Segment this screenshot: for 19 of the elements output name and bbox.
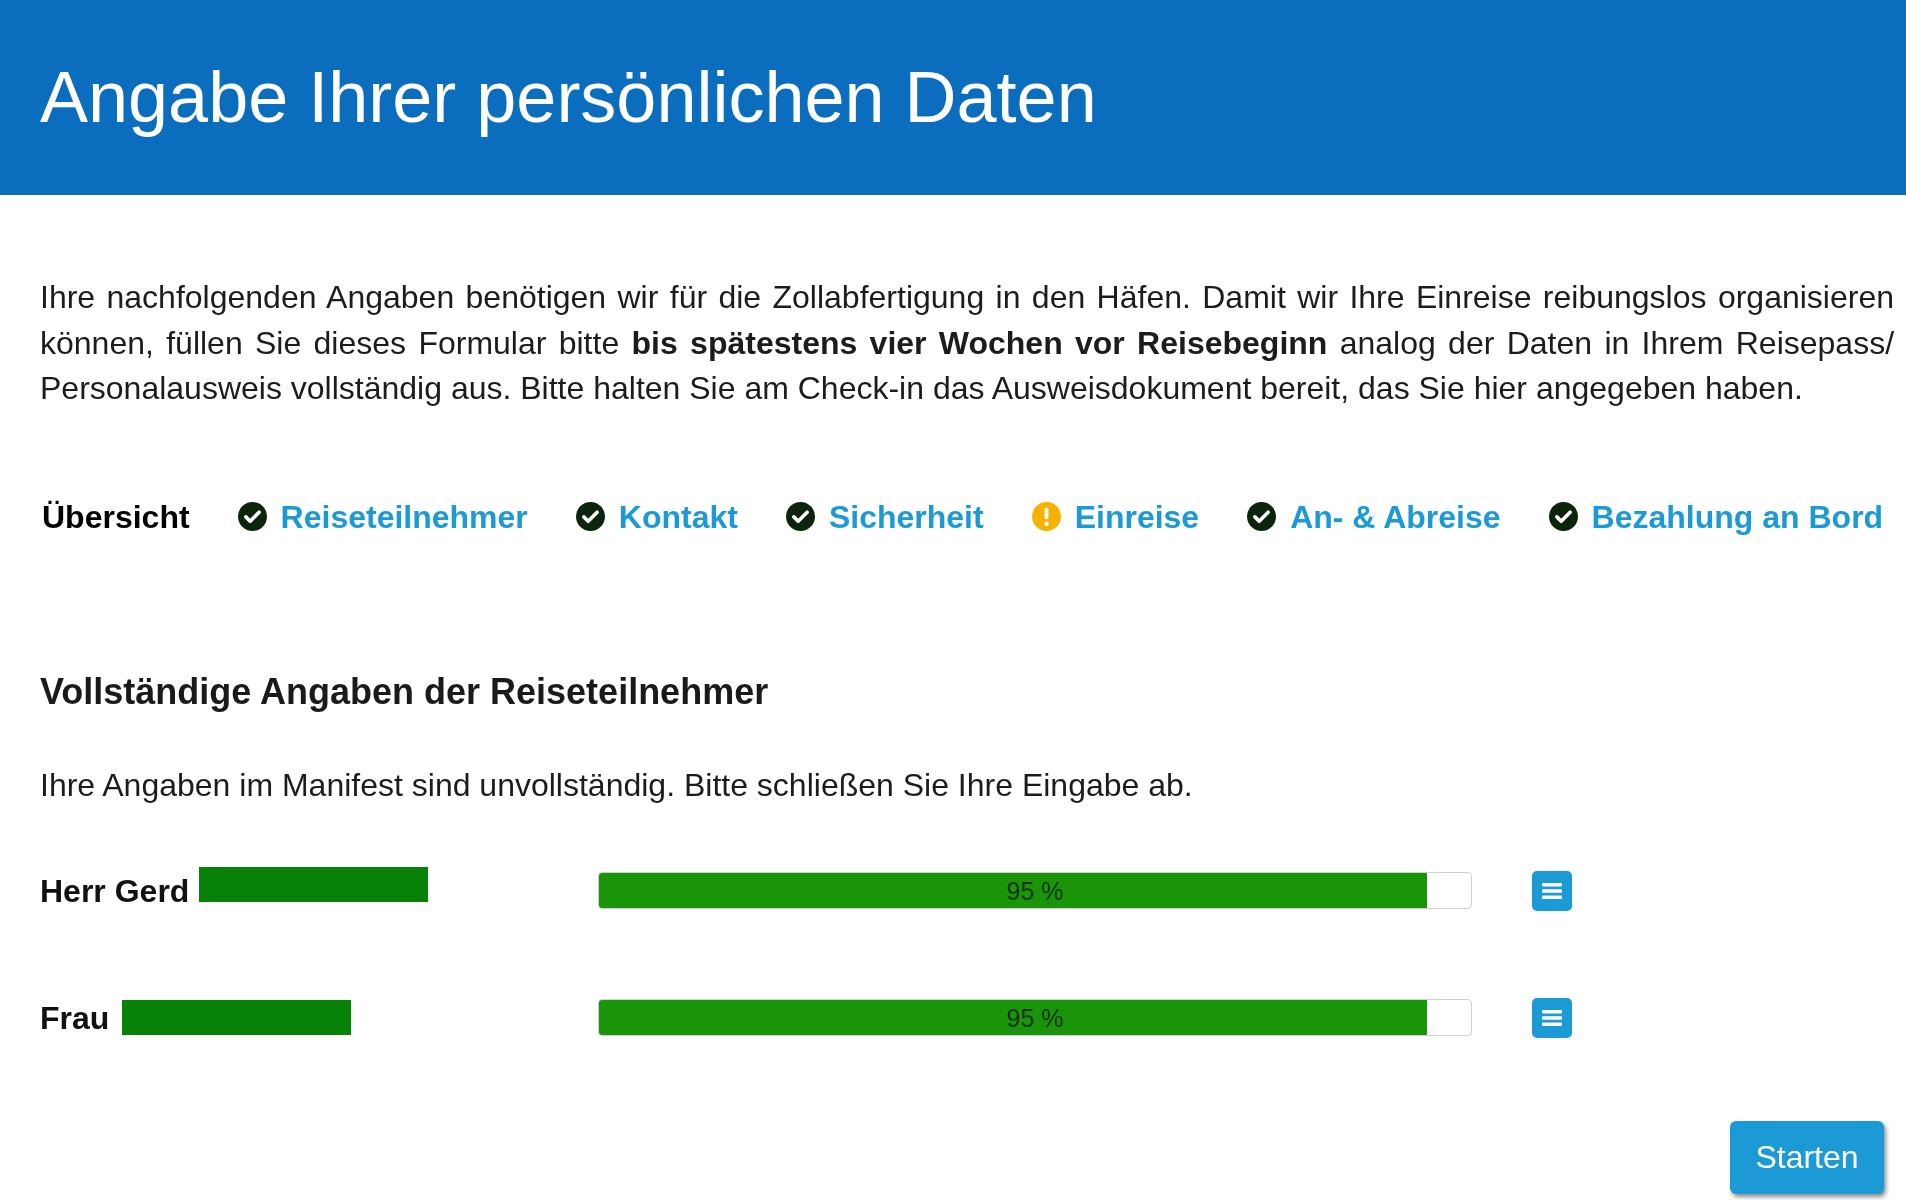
start-button[interactable]: Starten (1730, 1120, 1884, 1194)
step-link[interactable]: An- & Abreise (1290, 500, 1501, 533)
progress-label: 95 % (1006, 878, 1064, 903)
participant-name: Frau (40, 1001, 110, 1034)
menu-icon (1542, 882, 1562, 899)
step-link[interactable]: Sicherheit (828, 500, 984, 533)
menu-button[interactable] (1532, 870, 1572, 911)
menu-icon (1542, 1009, 1562, 1026)
section-heading: Vollständige Angaben der Reiseteilnehmer (40, 669, 769, 714)
incomplete-notice: Ihre Angaben im Manifest sind unvollständig. Bitte schließen Sie Ihre Eingabe ab. (40, 765, 1193, 805)
step-link[interactable]: Kontakt (618, 500, 738, 533)
progress-label: 95 % (1006, 1005, 1064, 1030)
step-link[interactable]: Bezahlung an Bord (1591, 500, 1884, 533)
menu-button[interactable] (1532, 997, 1572, 1038)
intro-paragraph: Ihre nachfolgenden Angaben benötigen wir für die Zollabfertigung in den Häfen. Damit wir Ihre Einreise reibungslos organisieren können, füllen Sie dieses Formular bitte bis spätestens vier Wochen vor Reisebeginn analog der Daten in Ihrem Reisepass/ Personalausweis vollständig aus. Bitte halten Sie am Check-in das Ausweisdokument bereit, das Sie hier angegeben haben. (40, 278, 1894, 408)
participant-name: Herr Gerd (40, 874, 190, 907)
step-link[interactable]: Einreise (1074, 500, 1200, 533)
overview-label: Übersicht (42, 500, 190, 533)
step-link[interactable]: Reiseteilnehmer (280, 500, 528, 533)
